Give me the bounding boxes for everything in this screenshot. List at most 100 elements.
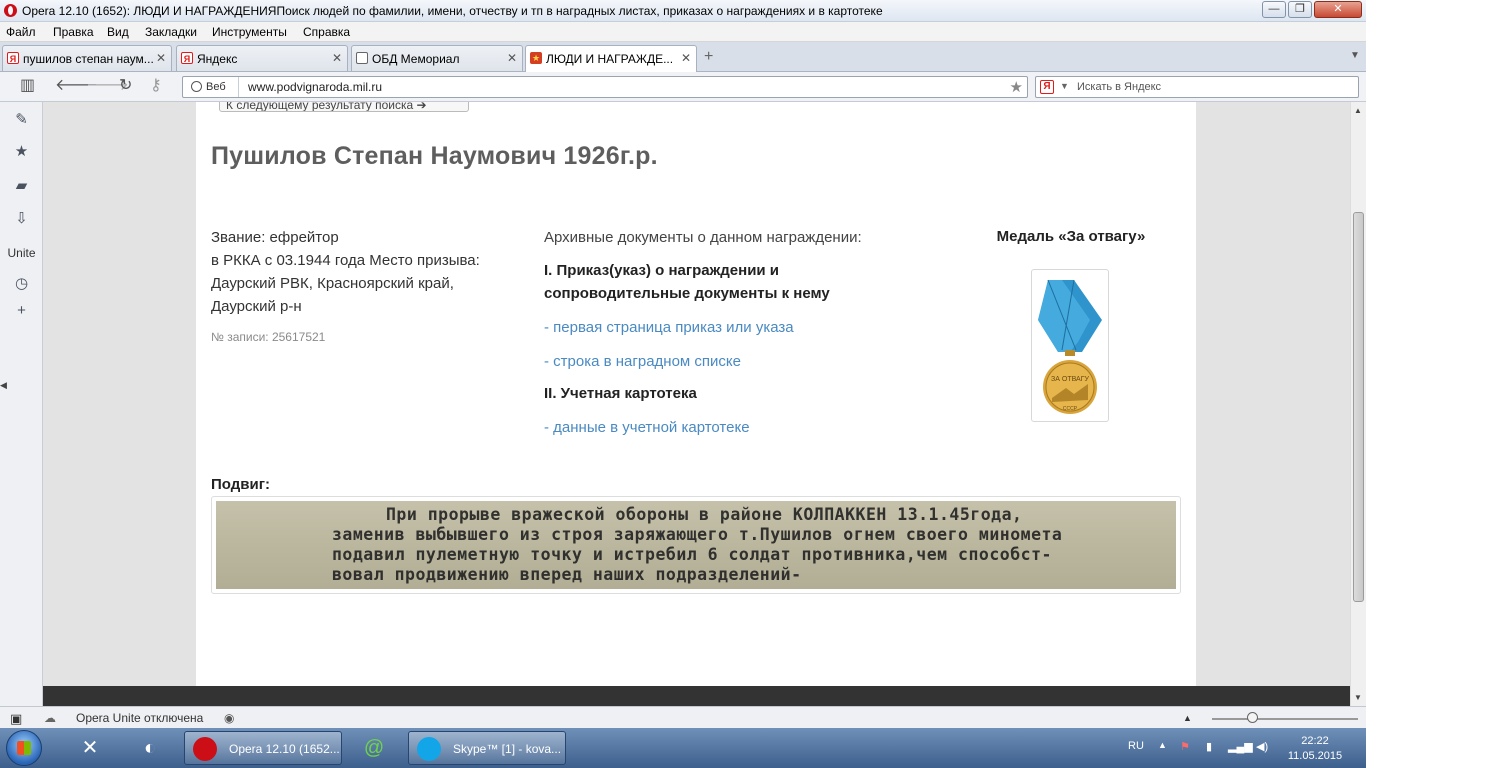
pen-icon[interactable]: ✎	[0, 110, 43, 128]
task-label: Opera 12.10 (1652...	[229, 742, 340, 756]
tab-bar: Я пушилов степан наум... ✕ Я Яндекс ✕ ОБ…	[0, 42, 1366, 73]
web-mode-label: Веб	[183, 77, 239, 97]
tab-3[interactable]: ОБД Мемориал ✕	[351, 45, 523, 71]
next-result-button[interactable]: К следующему результату поиска ➔	[219, 102, 469, 112]
medal-image[interactable]: ЗА ОТВАГУ СССР	[1031, 269, 1109, 422]
tray-expand-icon[interactable]: ▲	[1158, 740, 1167, 750]
medal-bottom-text: СССР	[1063, 406, 1078, 412]
draft-office-line: Даурский РВК, Красноярский край,	[211, 275, 454, 292]
system-clock[interactable]: 22:22 11.05.2015	[1285, 734, 1345, 764]
tab-menu-chevron-icon[interactable]: ▼	[1350, 50, 1360, 61]
vertical-scrollbar[interactable]: ▲ ▼	[1350, 102, 1366, 706]
add-panel-icon[interactable]: +	[0, 302, 43, 319]
tab-2[interactable]: Я Яндекс ✕	[176, 45, 348, 71]
address-field[interactable]: Веб www.podvignaroda.mil.ru ★	[182, 76, 1028, 98]
medal-inscription: ЗА ОТВАГУ	[1051, 376, 1089, 383]
battery-icon[interactable]: ▮	[1206, 740, 1212, 753]
language-indicator[interactable]: RU	[1128, 740, 1144, 752]
close-icon: ✕	[1333, 3, 1343, 15]
scrollbar-thumb[interactable]	[1353, 212, 1364, 602]
yandex-icon: Я	[7, 52, 19, 64]
menu-bookmarks[interactable]: Закладки	[145, 25, 197, 39]
person-info: Звание: ефрейтор в РККА с 03.1944 года М…	[211, 226, 511, 318]
opera-icon	[193, 737, 217, 761]
reload-icon[interactable]: ↻	[119, 78, 132, 94]
feat-line-4: вовал продвижению вперед наших подраздел…	[332, 565, 802, 584]
tab-close-icon[interactable]: ✕	[507, 51, 517, 65]
link-card-index-data[interactable]: - данные в учетной картотеке	[544, 416, 924, 439]
menu-file[interactable]: Файл	[6, 25, 36, 39]
feat-line-2: заменив выбывшего из строя заряжающего т…	[332, 525, 1063, 544]
history-clock-icon[interactable]: ◷	[0, 274, 43, 292]
clock-time: 22:22	[1301, 735, 1329, 747]
zoom-menu-icon[interactable]: ▲	[1183, 713, 1192, 723]
tab-close-icon[interactable]: ✕	[332, 51, 342, 65]
menu-tools[interactable]: Инструменты	[212, 25, 287, 39]
panel-icon[interactable]: ▣	[10, 711, 22, 727]
menu-edit[interactable]: Правка	[53, 25, 94, 39]
volume-icon[interactable]: ◀)	[1256, 740, 1268, 753]
page-viewport: К следующему результату поиска ➔ Пушилов…	[43, 102, 1350, 706]
search-input[interactable]: Я ▼ Искать в Яндекс	[1035, 76, 1359, 98]
close-window-button[interactable]: ✕	[1314, 1, 1362, 18]
menu-view[interactable]: Вид	[107, 25, 129, 39]
site-footer	[43, 686, 1350, 706]
yandex-icon: Я	[1040, 80, 1054, 94]
link-award-list-row[interactable]: - строка в наградном списке	[544, 350, 924, 373]
title-bar: Opera 12.10 (1652): ЛЮДИ И НАГРАЖДЕНИЯПо…	[0, 0, 1366, 22]
menu-help[interactable]: Справка	[303, 25, 350, 39]
tab-1[interactable]: Я пушилов степан наум... ✕	[2, 45, 172, 71]
link-first-page-order[interactable]: - первая страница приказ или указа	[544, 316, 924, 339]
opera-icon	[4, 4, 17, 17]
downloads-icon[interactable]: ⇩	[0, 209, 43, 227]
tab-label: ЛЮДИ И НАГРАЖДЕ...	[546, 52, 674, 66]
panel-toggle-icon[interactable]: ▥	[20, 78, 35, 94]
person-title: Пушилов Степан Наумович 1926г.р.	[211, 142, 658, 170]
zoom-slider[interactable]	[1212, 718, 1358, 720]
flag-icon[interactable]: ⚑	[1180, 740, 1190, 753]
collapse-arrow-icon[interactable]: ◀	[0, 380, 7, 391]
feat-line-1: При прорыве вражеской обороны в районе К…	[386, 505, 1023, 524]
search-placeholder: Искать в Яндекс	[1077, 81, 1162, 93]
record-number: № записи: 25617521	[211, 330, 326, 344]
zoom-slider-knob[interactable]	[1247, 712, 1258, 723]
tab-label: пушилов степан наум...	[23, 52, 154, 66]
xmarks-icon[interactable]: ✕	[66, 732, 114, 764]
scroll-up-icon[interactable]: ▲	[1354, 106, 1362, 115]
side-panel: ✎ ★ ▰ ⇩ Unite ◷ + ◀	[0, 102, 43, 706]
task-skype[interactable]: Skype™ [1] - kova...	[408, 731, 566, 765]
network-icon[interactable]: ▂▄▆	[1228, 740, 1253, 753]
key-icon[interactable]: ⚷	[150, 78, 162, 94]
notes-icon[interactable]: ▰	[0, 176, 43, 194]
maximize-button[interactable]: ❐	[1288, 1, 1312, 18]
unite-item[interactable]: Unite	[0, 244, 43, 261]
archive-documents: Архивные документы о данном награждении:…	[544, 226, 924, 439]
unite-status: Opera Unite отключена	[76, 711, 204, 725]
mail-agent-icon[interactable]: @	[350, 732, 398, 764]
tab-label: ОБД Мемориал	[372, 52, 460, 66]
section-card-index: II. Учетная картотека	[544, 385, 697, 402]
search-engine-dropdown-icon[interactable]: ▼	[1060, 81, 1069, 91]
page-content: К следующему результату поиска ➔ Пушилов…	[196, 102, 1196, 688]
media-icon[interactable]: ◐	[126, 732, 174, 764]
start-button[interactable]	[6, 730, 42, 766]
clock-date: 11.05.2015	[1287, 750, 1343, 762]
url-text[interactable]: www.podvignaroda.mil.ru	[248, 80, 382, 94]
navigation-bar: ▥ 🡐 🡒 ↻ ⚷ Веб www.podvignaroda.mil.ru ★ …	[0, 72, 1366, 102]
tab-label: Яндекс	[197, 52, 238, 66]
tab-4-active[interactable]: ★ ЛЮДИ И НАГРАЖДЕ... ✕	[525, 45, 697, 73]
new-tab-icon[interactable]: +	[704, 48, 713, 66]
speed-dial-icon[interactable]: ◉	[224, 711, 234, 725]
scroll-down-icon[interactable]: ▼	[1354, 693, 1362, 702]
document-icon	[356, 52, 368, 64]
tab-close-icon[interactable]: ✕	[681, 51, 691, 65]
bookmark-star-icon[interactable]: ★	[1010, 78, 1023, 96]
feat-line-3: подавил пулеметную точку и истребил 6 со…	[332, 545, 1052, 564]
task-label: Skype™ [1] - kova...	[453, 742, 562, 756]
task-opera[interactable]: Opera 12.10 (1652...	[184, 731, 342, 765]
rank-line: Звание: ефрейтор	[211, 229, 339, 246]
bookmarks-star-icon[interactable]: ★	[0, 142, 43, 160]
menu-bar: Файл Правка Вид Закладки Инструменты Спр…	[0, 22, 1366, 42]
minimize-button[interactable]: —	[1262, 1, 1286, 18]
tab-close-icon[interactable]: ✕	[156, 51, 166, 65]
